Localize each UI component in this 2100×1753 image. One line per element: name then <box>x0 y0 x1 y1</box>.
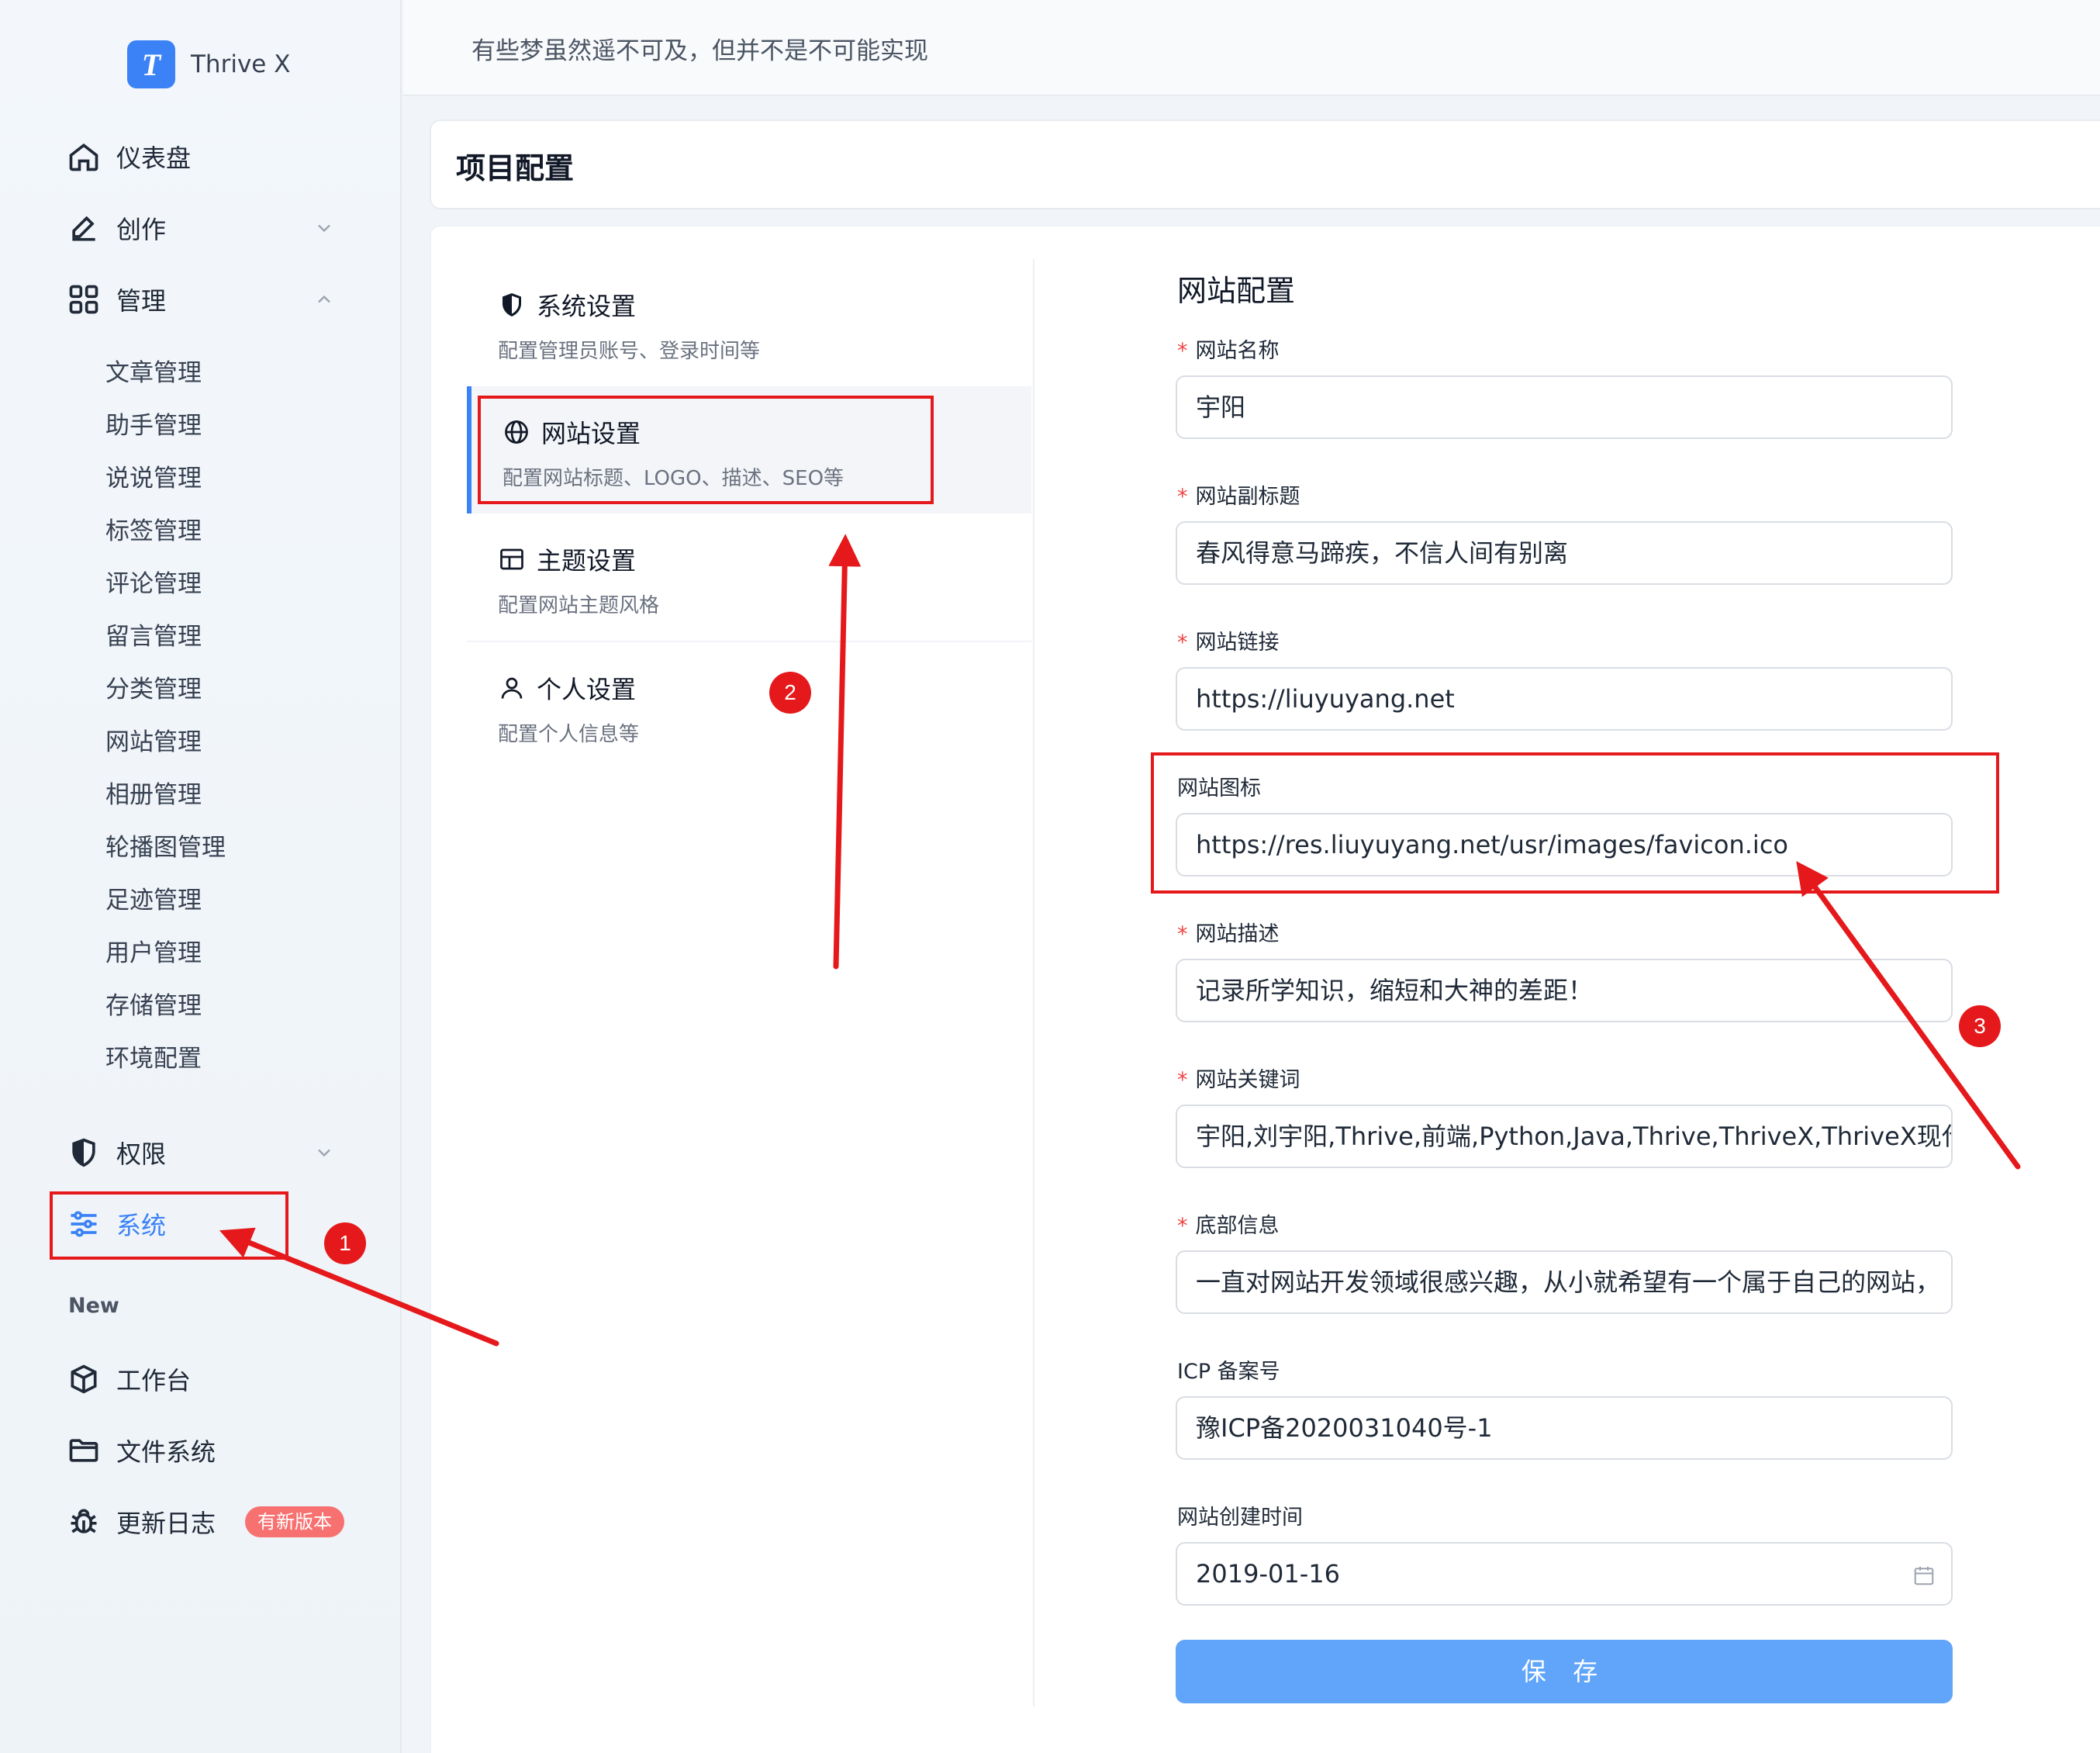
annotation-number-2: 2 <box>769 672 811 714</box>
sidebar-item-users[interactable]: 用户管理 <box>105 935 202 971</box>
brand[interactable]: T Thrive X <box>127 40 290 88</box>
nav-workbench-label: 工作台 <box>116 1366 192 1395</box>
form-title: 网站配置 <box>1177 274 1296 308</box>
sidebar-item-tags[interactable]: 标签管理 <box>105 513 202 549</box>
page-title: 项目配置 <box>456 151 575 185</box>
created-date-value: 2019-01-16 <box>1196 1559 1340 1589</box>
sidebar-item-footprints[interactable]: 足迹管理 <box>105 883 202 918</box>
user-icon <box>501 677 523 699</box>
sidebar-item-records[interactable]: 说说管理 <box>105 461 202 496</box>
page-title-card: 项目配置 <box>430 119 2100 209</box>
annotation-box-site-icon <box>1151 752 1999 894</box>
settings-item-theme[interactable]: 主题设置 配置网站主题风格 <box>467 513 1031 641</box>
sidebar-item-carousel[interactable]: 轮播图管理 <box>105 830 226 866</box>
brand-logo: T <box>127 40 175 88</box>
annotation-number-3: 3 <box>1959 1005 2001 1047</box>
field-label-site-subtitle: * 网站副标题 <box>1177 485 1300 509</box>
sidebar-item-albums[interactable]: 相册管理 <box>105 777 202 813</box>
sidebar-item-articles[interactable]: 文章管理 <box>105 355 202 391</box>
brand-name: Thrive X <box>191 50 291 78</box>
nav-changelog-label: 更新日志 <box>116 1509 216 1538</box>
settings-item-theme-label: 主题设置 <box>537 546 637 576</box>
nav-permission-label: 权限 <box>116 1139 167 1169</box>
site-url-input[interactable]: https://liuyuyang.net <box>1176 667 1953 731</box>
site-subtitle-input[interactable]: 春风得意马蹄疾，不信人间有别离 <box>1176 521 1953 585</box>
chevron-down-icon <box>318 224 330 233</box>
settings-item-system-title: 系统设置 <box>498 287 636 323</box>
shield-icon <box>503 293 521 316</box>
nav-manage[interactable]: 管理 <box>67 278 330 321</box>
chevron-up-icon <box>318 295 330 303</box>
field-label-created-date: 网站创建时间 <box>1177 1506 1303 1530</box>
site-keywords-input[interactable]: 宇阳,刘宇阳,Thrive,前端,Python,Java,Thrive,Thri… <box>1176 1105 1953 1168</box>
sidebar-item-categories[interactable]: 分类管理 <box>105 672 202 707</box>
settings-item-system[interactable]: 系统设置 配置管理员账号、登录时间等 <box>467 259 1031 386</box>
field-label-site-keywords: * 网站关键词 <box>1177 1068 1300 1092</box>
field-label-site-url: * 网站链接 <box>1177 631 1280 655</box>
settings-item-theme-desc: 配置网站主题风格 <box>498 594 660 617</box>
field-label-site-name: * 网站名称 <box>1177 339 1280 363</box>
created-date-picker[interactable]: 2019-01-16 <box>1176 1542 1953 1606</box>
nav-changelog[interactable]: 更新日志 有新版本 <box>67 1500 345 1544</box>
grid-icon <box>69 285 98 314</box>
field-label-site-description: * 网站描述 <box>1177 922 1280 946</box>
annotation-box-system <box>50 1191 288 1260</box>
nav-filesystem[interactable]: 文件系统 <box>67 1429 216 1472</box>
sidebar-item-comments[interactable]: 评论管理 <box>105 566 202 602</box>
field-label-footer-info: * 底部信息 <box>1177 1214 1280 1238</box>
nav-create-label: 创作 <box>116 215 167 244</box>
header-slogan: 有些梦虽然遥不可及，但并不是不可能实现 <box>471 37 928 65</box>
settings-item-personal[interactable]: 个人设置 配置个人信息等 <box>467 641 1031 768</box>
nav-create[interactable]: 创作 <box>67 206 330 250</box>
shield-icon <box>72 1138 95 1167</box>
new-version-badge: 有新版本 <box>245 1506 345 1537</box>
field-label-icp: ICP 备案号 <box>1177 1360 1280 1384</box>
sidebar-item-storage[interactable]: 存储管理 <box>105 988 202 1024</box>
sidebar: T Thrive X 仪表盘 创作 管理 文章管理 助手管理 说说管理 标签管理… <box>0 0 402 1753</box>
nav-dashboard-label: 仪表盘 <box>116 143 192 173</box>
chevron-down-icon <box>318 1149 330 1157</box>
settings-item-personal-title: 个人设置 <box>498 670 636 706</box>
group-label-new: New <box>68 1294 119 1318</box>
site-description-input[interactable]: 记录所学知识，缩短和大神的差距！ <box>1176 959 1953 1022</box>
nav-filesystem-label: 文件系统 <box>116 1437 216 1467</box>
cube-icon <box>71 1364 97 1394</box>
nav-manage-label: 管理 <box>116 286 167 316</box>
nav-dashboard[interactable]: 仪表盘 <box>67 135 191 178</box>
nav-permission[interactable]: 权限 <box>67 1131 330 1174</box>
icp-input[interactable]: 豫ICP备2020031040号-1 <box>1176 1396 1953 1460</box>
sidebar-item-assistant[interactable]: 助手管理 <box>105 408 202 444</box>
bug-icon <box>71 1509 97 1533</box>
settings-item-system-label: 系统设置 <box>537 292 637 321</box>
calendar-icon <box>1914 1566 1934 1585</box>
nav-workbench[interactable]: 工作台 <box>67 1357 191 1401</box>
home-icon <box>69 143 98 171</box>
settings-item-personal-desc: 配置个人信息等 <box>498 723 640 746</box>
save-button[interactable]: 保 存 <box>1176 1640 1953 1703</box>
folder-icon <box>69 1439 98 1462</box>
sidebar-item-env[interactable]: 环境配置 <box>105 1041 202 1077</box>
site-name-input[interactable]: 宇阳 <box>1176 375 1953 439</box>
top-bar: 有些梦虽然遥不可及，但并不是不可能实现 <box>403 0 2100 96</box>
annotation-number-1: 1 <box>324 1222 366 1264</box>
menu-divider <box>1033 259 1034 1706</box>
annotation-box-website-settings <box>478 396 934 504</box>
layout-icon <box>500 548 523 570</box>
settings-item-theme-title: 主题设置 <box>498 541 636 577</box>
pen-icon <box>72 216 95 241</box>
settings-item-personal-label: 个人设置 <box>537 675 637 704</box>
brand-logo-letter: T <box>141 47 161 82</box>
sidebar-item-messages[interactable]: 留言管理 <box>105 619 202 655</box>
settings-item-system-desc: 配置管理员账号、登录时间等 <box>498 340 761 363</box>
footer-info-input[interactable]: 一直对网站开发领域很感兴趣，从小就希望有一个属于自己的网站， <box>1176 1250 1953 1314</box>
sidebar-item-websites[interactable]: 网站管理 <box>105 724 202 760</box>
